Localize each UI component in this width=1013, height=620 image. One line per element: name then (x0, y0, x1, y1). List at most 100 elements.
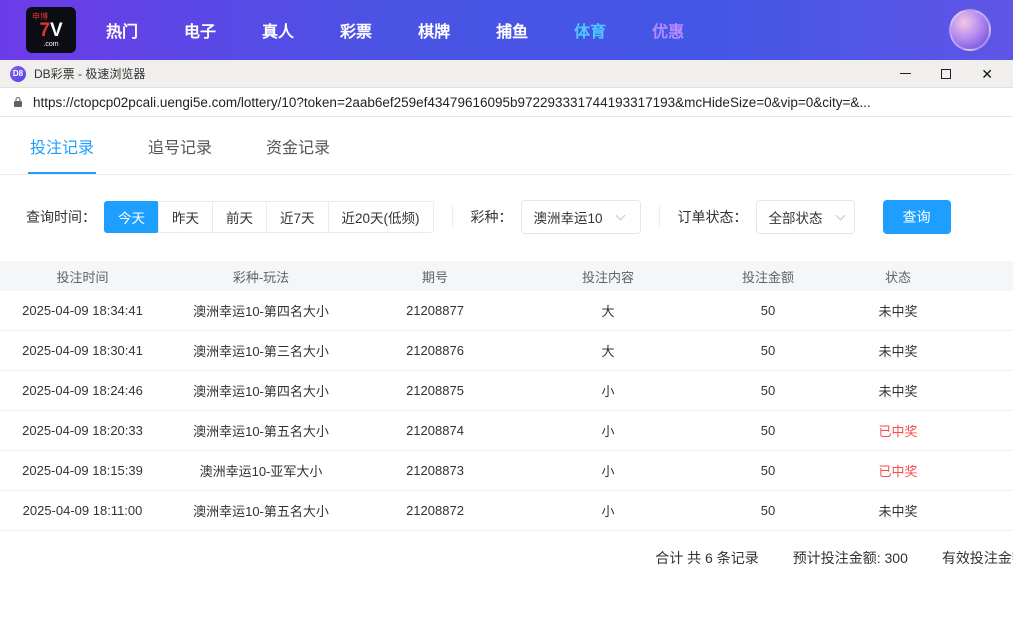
browser-address-bar: https://ctopcp02pcali.uengi5e.com/lotter… (0, 88, 1013, 117)
issue-number-cell: 21208875 (357, 383, 513, 398)
column-header-4: 投注金额 (703, 267, 833, 286)
column-header-5: 状态 (833, 267, 963, 286)
issue-number-cell: 21208873 (357, 463, 513, 478)
logo-main-text: 7V (39, 21, 62, 40)
close-button[interactable]: ✕ (981, 66, 993, 82)
column-header-1: 彩种-玩法 (165, 267, 357, 286)
bet-amount-cell: 50 (703, 503, 833, 518)
order-status-label: 订单状态： (678, 207, 748, 227)
time-filter-group: 今天昨天前天近7天近20天(低频) (104, 201, 434, 233)
records-tabs: 投注记录追号记录资金记录 (0, 117, 1013, 175)
bet-status-cell: 已中奖 (833, 461, 963, 480)
bet-status-cell: 未中奖 (833, 341, 963, 360)
time-filter-today[interactable]: 今天 (104, 201, 159, 233)
nav-item-hot[interactable]: 热门 (106, 18, 138, 42)
divider (659, 206, 660, 228)
bet-time-cell: 2025-04-09 18:15:39 (0, 463, 165, 478)
browser-title-bar: D8 DB彩票 - 极速浏览器 ✕ (0, 60, 1013, 88)
summary-expected-amount: 预计投注金额: 300 (793, 548, 908, 568)
site-nav-items: 热门 电子 真人 彩票 棋牌 捕鱼 体育 优惠 (106, 18, 684, 42)
window-title: DB彩票 - 极速浏览器 (34, 65, 145, 82)
nav-item-slots[interactable]: 电子 (184, 18, 216, 42)
bet-content-cell: 小 (513, 501, 703, 520)
game-play-cell: 澳洲幸运10-第四名大小 (165, 301, 357, 320)
bet-time-cell: 2025-04-09 18:24:46 (0, 383, 165, 398)
minimize-icon (900, 73, 911, 74)
site-logo[interactable]: 申博 7V .com (26, 7, 76, 53)
divider (452, 206, 453, 228)
maximize-icon (941, 69, 951, 79)
issue-number-cell: 21208876 (357, 343, 513, 358)
bet-time-cell: 2025-04-09 18:30:41 (0, 343, 165, 358)
lottery-select-value: 澳洲幸运10 (534, 207, 603, 227)
bet-amount-cell: 50 (703, 303, 833, 318)
time-filter-last-7-days[interactable]: 近7天 (266, 201, 329, 233)
time-filter-yesterday[interactable]: 昨天 (158, 201, 213, 233)
nav-item-lottery[interactable]: 彩票 (340, 18, 372, 42)
bet-status-cell: 未中奖 (833, 381, 963, 400)
tab-fund-records[interactable]: 资金记录 (264, 117, 332, 174)
table-row: 2025-04-09 18:24:46澳洲幸运10-第四名大小21208875小… (0, 371, 1013, 411)
column-header-2: 期号 (357, 267, 513, 286)
table-header-row: 投注时间彩种-玩法期号投注内容投注金额状态 (0, 261, 1013, 291)
issue-number-cell: 21208877 (357, 303, 513, 318)
bet-content-cell: 小 (513, 381, 703, 400)
bet-status-cell: 已中奖 (833, 421, 963, 440)
bet-content-cell: 小 (513, 461, 703, 480)
lock-icon (12, 95, 24, 109)
nav-item-sports[interactable]: 体育 (574, 18, 606, 42)
table-body: 2025-04-09 18:34:41澳洲幸运10-第四名大小21208877大… (0, 291, 1013, 531)
minimize-button[interactable] (900, 66, 911, 82)
summary-valid-amount: 有效投注金额: 300 (942, 548, 1013, 568)
time-filter-last-20-days-low-freq[interactable]: 近20天(低频) (328, 201, 434, 233)
tab-chase-records[interactable]: 追号记录 (146, 117, 214, 174)
game-play-cell: 澳洲幸运10-第四名大小 (165, 381, 357, 400)
table-row: 2025-04-09 18:20:33澳洲幸运10-第五名大小21208874小… (0, 411, 1013, 451)
bet-time-cell: 2025-04-09 18:20:33 (0, 423, 165, 438)
game-play-cell: 澳洲幸运10-第五名大小 (165, 501, 357, 520)
bet-content-cell: 大 (513, 301, 703, 320)
bet-time-cell: 2025-04-09 18:34:41 (0, 303, 165, 318)
game-play-cell: 澳洲幸运10-第五名大小 (165, 421, 357, 440)
tab-bet-records[interactable]: 投注记录 (28, 117, 96, 174)
maximize-button[interactable] (941, 66, 951, 82)
chevron-down-icon (615, 210, 625, 220)
nav-item-fishing[interactable]: 捕鱼 (496, 18, 528, 42)
bet-amount-cell: 50 (703, 383, 833, 398)
nav-item-promotions[interactable]: 优惠 (652, 18, 684, 42)
table-row: 2025-04-09 18:30:41澳洲幸运10-第三名大小21208876大… (0, 331, 1013, 371)
nav-item-live[interactable]: 真人 (262, 18, 294, 42)
summary-total: 合计 共 6 条记录 (655, 548, 758, 568)
query-button[interactable]: 查询 (883, 200, 951, 234)
game-play-cell: 澳洲幸运10-亚军大小 (165, 461, 357, 480)
column-header-3: 投注内容 (513, 267, 703, 286)
nav-item-chess[interactable]: 棋牌 (418, 18, 450, 42)
table-row: 2025-04-09 18:15:39澳洲幸运10-亚军大小21208873小5… (0, 451, 1013, 491)
table-row: 2025-04-09 18:11:00澳洲幸运10-第五名大小21208872小… (0, 491, 1013, 531)
page-content: 投注记录追号记录资金记录 查询时间： 今天昨天前天近7天近20天(低频) 彩种：… (0, 117, 1013, 620)
logo-suffix-text: .com (43, 41, 58, 48)
lottery-select[interactable]: 澳洲幸运10 (521, 200, 641, 234)
bet-content-cell: 大 (513, 341, 703, 360)
close-icon: ✕ (981, 67, 993, 81)
status-select[interactable]: 全部状态 (756, 200, 855, 234)
time-filter-day-before-yesterday[interactable]: 前天 (212, 201, 267, 233)
filter-bar: 查询时间： 今天昨天前天近7天近20天(低频) 彩种： 澳洲幸运10 订单状态：… (0, 200, 1013, 234)
bet-records-table: 投注时间彩种-玩法期号投注内容投注金额状态 2025-04-09 18:34:4… (0, 261, 1013, 531)
issue-number-cell: 21208874 (357, 423, 513, 438)
browser-favicon-icon: D8 (10, 66, 26, 82)
table-summary: 合计 共 6 条记录 预计投注金额: 300 有效投注金额: 300 (0, 548, 1013, 568)
chevron-down-icon (835, 210, 845, 220)
url-text[interactable]: https://ctopcp02pcali.uengi5e.com/lotter… (33, 95, 871, 110)
lottery-type-label: 彩种： (471, 207, 513, 227)
bet-amount-cell: 50 (703, 343, 833, 358)
user-avatar[interactable] (949, 9, 991, 51)
table-row: 2025-04-09 18:34:41澳洲幸运10-第四名大小21208877大… (0, 291, 1013, 331)
bet-amount-cell: 50 (703, 423, 833, 438)
bet-status-cell: 未中奖 (833, 501, 963, 520)
bet-amount-cell: 50 (703, 463, 833, 478)
bet-time-cell: 2025-04-09 18:11:00 (0, 503, 165, 518)
window-controls: ✕ (900, 66, 1003, 82)
bet-status-cell: 未中奖 (833, 301, 963, 320)
game-play-cell: 澳洲幸运10-第三名大小 (165, 341, 357, 360)
